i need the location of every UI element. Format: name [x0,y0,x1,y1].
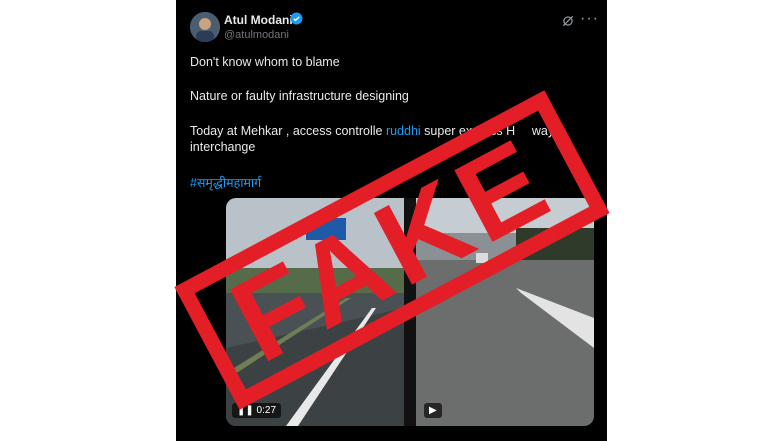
play-icon[interactable]: ▶ [424,403,442,418]
tweet-text-segment: Today at Mehkar , access controlle [190,124,383,138]
video-time-control[interactable]: ❚❚ 0:27 [232,403,282,418]
hashtag-link[interactable]: #समृद्धीमहामार्ग [190,174,261,191]
author-name[interactable]: Atul Modani [224,13,293,27]
video-time: 0:27 [256,405,277,416]
tweet-text-segment: super express H [420,124,516,138]
tweet-card: Atul Modani @atulmodani ··· Don't know w… [176,0,607,441]
tweet-text-line-1: Don't know whom to blame [190,55,340,69]
tweet-text-line-3: Today at Mehkar , access controlle ruddh… [190,124,555,138]
tweet-link[interactable]: ruddhi [386,124,421,138]
avatar[interactable] [190,12,220,42]
video-left[interactable]: ❚❚ 0:27 [226,198,404,426]
verified-badge-icon [290,12,303,25]
author-handle[interactable]: @atulmodani [224,29,289,41]
video-right[interactable]: ▶ [416,198,594,426]
tweet-text-segment: way [531,124,555,138]
tweet-text-line-4: interchange [190,140,256,154]
media-grid: ❚❚ 0:27 ▶ [226,198,594,426]
tweet-text-line-2: Nature or faulty infrastructure designin… [190,89,409,103]
grok-icon[interactable] [561,14,575,28]
pause-icon[interactable]: ❚❚ [237,405,254,416]
more-icon[interactable]: ··· [580,10,599,28]
